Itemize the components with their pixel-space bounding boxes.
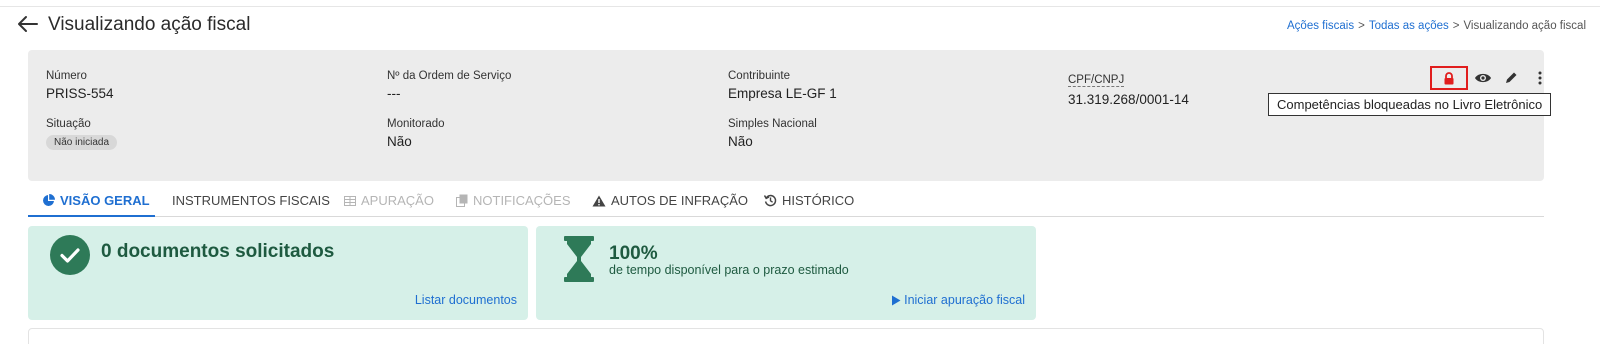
list-documents-link[interactable]: Listar documentos — [415, 293, 517, 307]
start-apuracao-label: Iniciar apuração fiscal — [904, 293, 1025, 307]
field-situacao: Situação Não iniciada — [46, 118, 118, 150]
page-title: Visualizando ação fiscal — [48, 14, 251, 35]
page-header: Visualizando ação fiscal Ações fiscais > T… — [0, 10, 1600, 40]
tab-instrumentos-fiscais-label: INSTRUMENTOS FISCAIS — [172, 193, 330, 208]
table-icon — [344, 195, 356, 206]
history-icon — [764, 194, 777, 207]
copy-icon — [456, 194, 468, 207]
pie-chart-icon — [43, 194, 55, 206]
tab-historico-label: HISTÓRICO — [782, 193, 855, 208]
contribuinte-label: Contribuinte — [728, 70, 791, 82]
breadcrumb-current: Visualizando ação fiscal — [1463, 20, 1586, 32]
field-simples-nacional: Simples Nacional Não — [728, 118, 817, 149]
breadcrumb-todas-acoes[interactable]: Todas as ações — [1369, 20, 1449, 32]
cpf-value: 31.319.268/0001-14 — [1068, 92, 1189, 107]
tab-notificacoes[interactable]: NOTIFICAÇÕES — [456, 193, 571, 208]
numero-value: PRISS-554 — [46, 86, 114, 101]
more-options-button[interactable] — [1527, 66, 1553, 90]
tabs-container: VISÃO GERAL INSTRUMENTOS FISCAIS APURAÇÃ… — [28, 155, 1544, 217]
hourglass-icon — [564, 236, 594, 282]
status-badge: Não iniciada — [46, 135, 118, 150]
documents-card: 0 documentos solicitados Listar document… — [28, 226, 528, 320]
start-apuracao-link[interactable]: Iniciar apuração fiscal — [891, 293, 1025, 307]
edit-button[interactable] — [1498, 66, 1524, 90]
situacao-label: Situação — [46, 118, 91, 130]
monitorado-value: Não — [387, 134, 412, 149]
tab-visao-geral-label: VISÃO GERAL — [60, 193, 150, 208]
tab-instrumentos-fiscais[interactable]: INSTRUMENTOS FISCAIS — [172, 193, 330, 208]
tab-historico[interactable]: HISTÓRICO — [764, 193, 854, 208]
view-button[interactable] — [1470, 66, 1496, 90]
time-subtitle: de tempo disponível para o prazo estimad… — [609, 263, 849, 277]
field-ordem-servico: Nº da Ordem de Serviço --- — [387, 70, 511, 101]
tab-autos-infracao[interactable]: AUTOS DE INFRAÇÃO — [592, 193, 748, 208]
time-percent: 100% — [609, 243, 658, 264]
numero-label: Número — [46, 70, 87, 82]
eye-icon — [1475, 73, 1491, 83]
field-monitorado: Monitorado Não — [387, 118, 445, 149]
content-panel — [28, 328, 1544, 344]
play-icon — [892, 295, 901, 305]
contribuinte-value: Empresa LE-GF 1 — [728, 86, 837, 101]
breadcrumb-acoes-fiscais[interactable]: Ações fiscais — [1287, 20, 1354, 32]
lock-tooltip: Competências bloqueadas no Livro Eletrôn… — [1268, 93, 1552, 116]
simples-label: Simples Nacional — [728, 118, 817, 130]
ordem-label: Nº da Ordem de Serviço — [387, 70, 512, 82]
tab-notificacoes-label: NOTIFICAÇÕES — [473, 193, 571, 208]
tab-visao-geral[interactable]: VISÃO GERAL — [42, 193, 150, 208]
warning-icon — [592, 195, 606, 206]
monitorado-label: Monitorado — [387, 118, 445, 130]
tab-autos-infracao-label: AUTOS DE INFRAÇÃO — [611, 193, 749, 208]
tab-bar: VISÃO GERAL INSTRUMENTOS FISCAIS APURAÇÃ… — [28, 186, 1544, 217]
documents-count: 0 documentos solicitados — [101, 241, 335, 262]
active-tab-indicator — [28, 215, 155, 217]
top-divider — [0, 6, 1600, 7]
breadcrumb: Ações fiscais > Todas as ações > Visualizand… — [1287, 20, 1586, 32]
tab-apuracao[interactable]: APURAÇÃO — [344, 193, 434, 208]
pencil-icon — [1506, 72, 1517, 83]
field-contribuinte: Contribuinte Empresa LE-GF 1 — [728, 70, 837, 101]
lock-icon — [1444, 71, 1454, 84]
tab-apuracao-label: APURAÇÃO — [361, 193, 434, 208]
list-documents-label: Listar documentos — [414, 293, 517, 307]
lock-button[interactable] — [1430, 66, 1468, 90]
simples-value: Não — [728, 134, 753, 149]
check-circle-icon — [50, 235, 90, 275]
time-card: 100% de tempo disponível para o prazo es… — [536, 226, 1036, 320]
breadcrumb-separator: > — [1358, 20, 1365, 32]
ordem-value: --- — [387, 86, 401, 101]
field-numero: Número PRISS-554 — [46, 70, 114, 101]
field-cpf-cnpj: CPF/CNPJ 31.319.268/0001-14 — [1068, 70, 1189, 107]
kebab-menu-icon — [1538, 71, 1542, 85]
cpf-label: CPF/CNPJ — [1068, 74, 1125, 87]
back-arrow-icon[interactable] — [16, 13, 42, 37]
breadcrumb-separator: > — [1452, 20, 1460, 32]
